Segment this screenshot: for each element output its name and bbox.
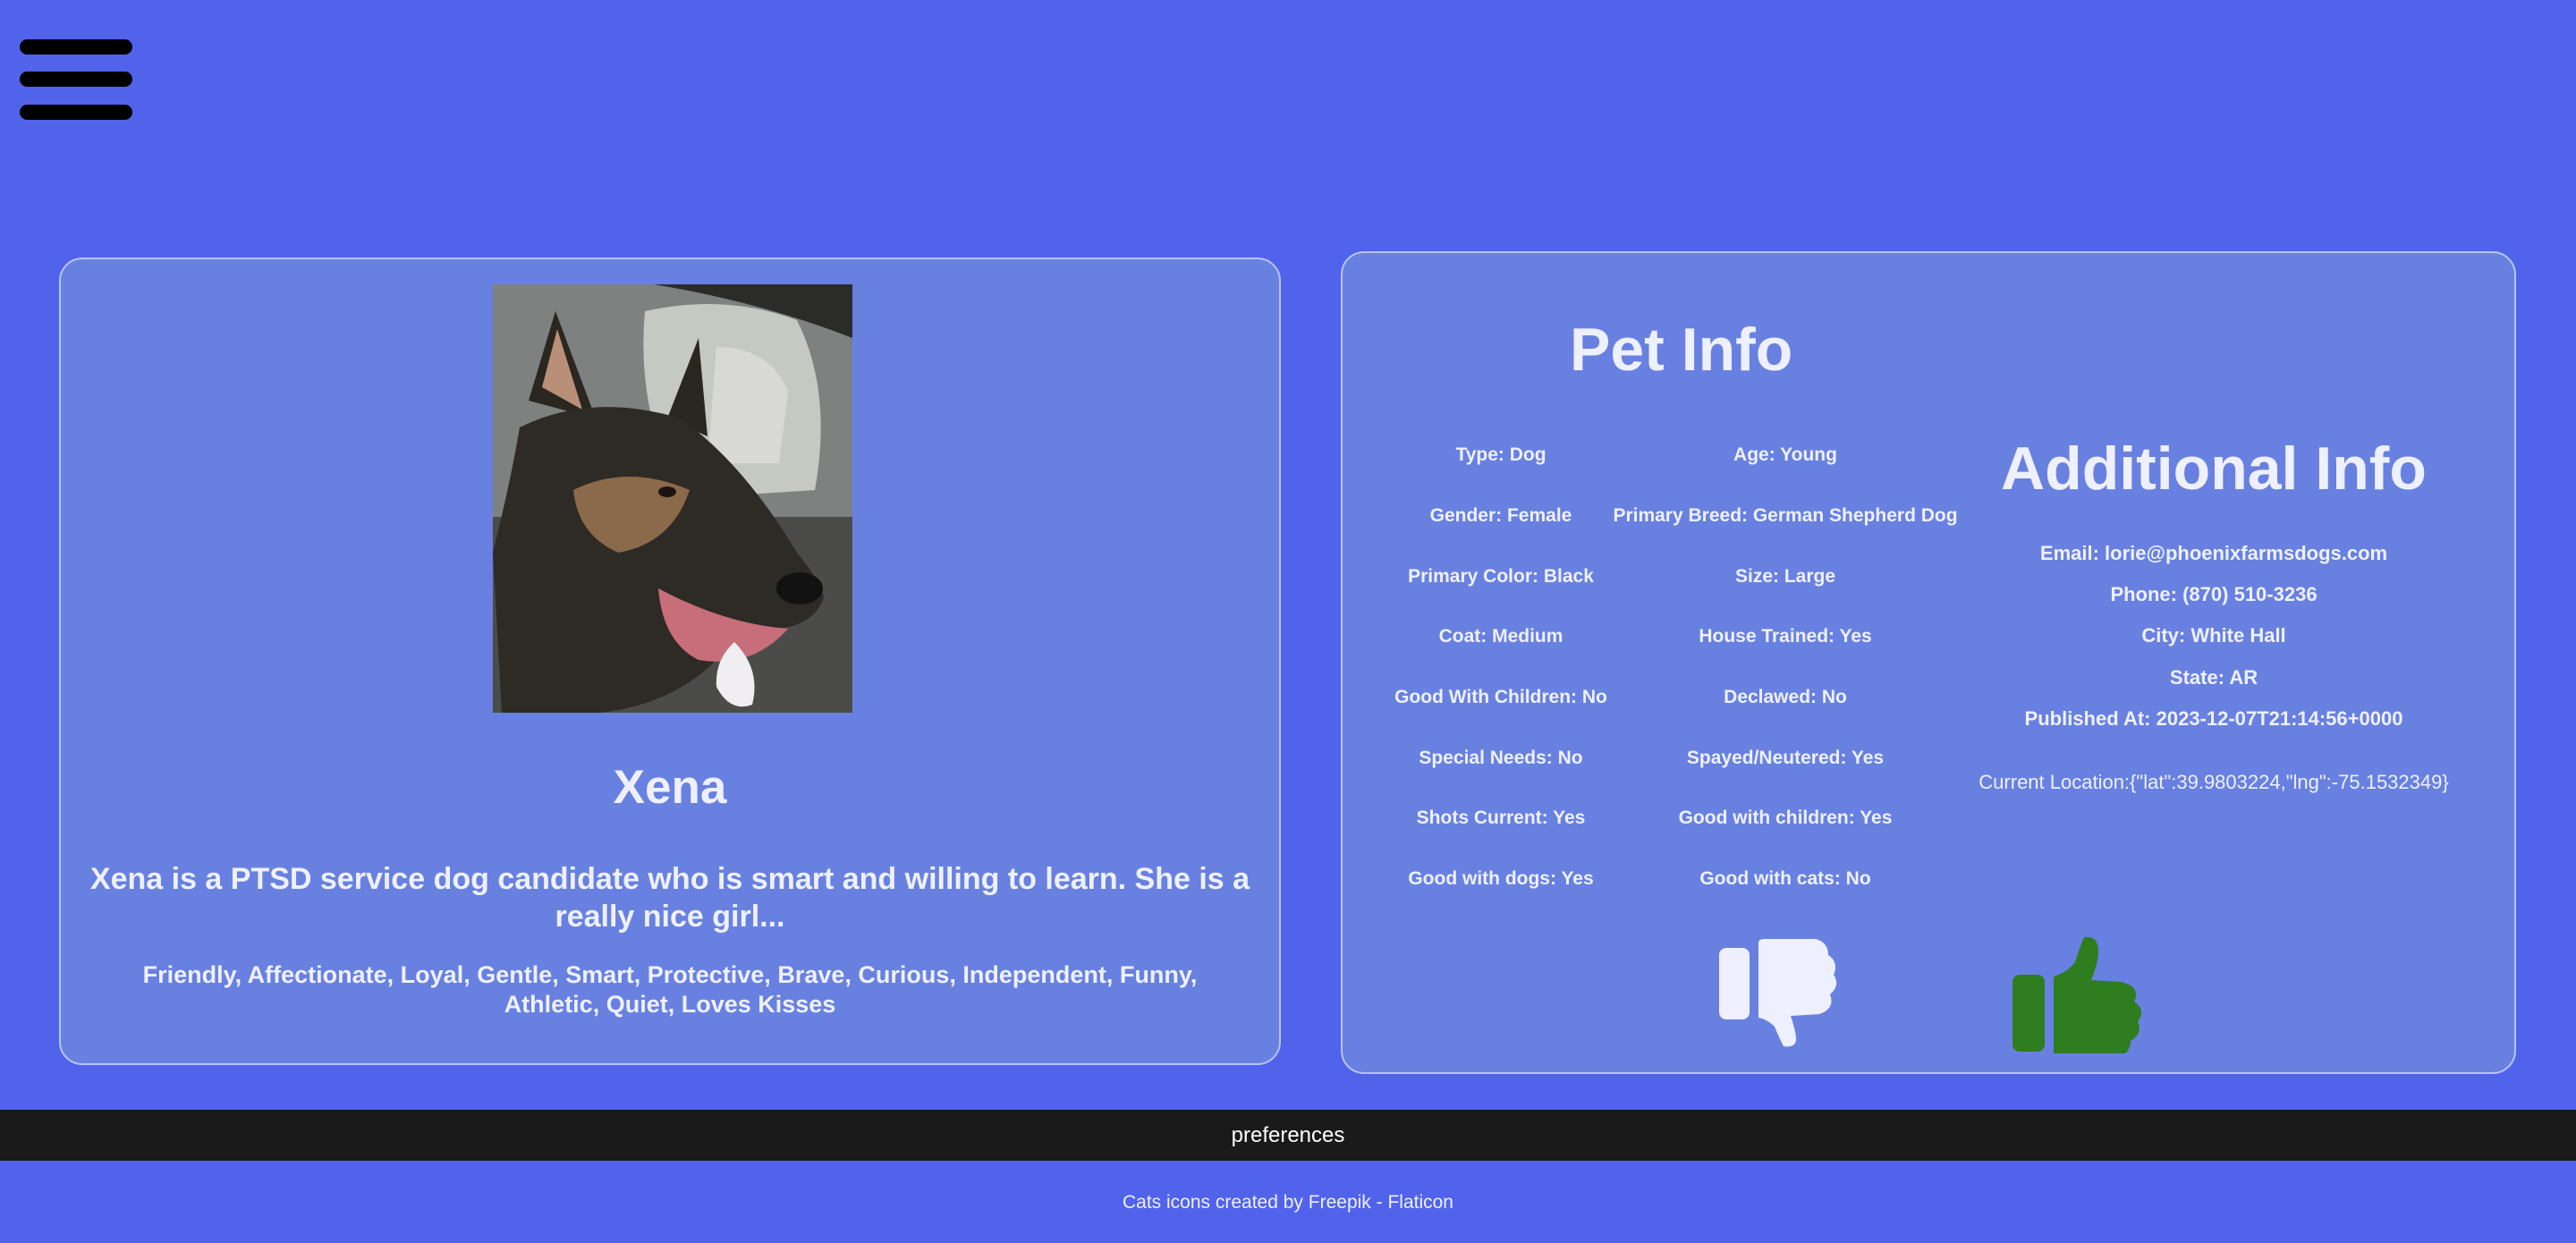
info-declawed: Declawed: No bbox=[1724, 687, 1847, 707]
icon-credit[interactable]: Cats icons created by Freepik - Flaticon bbox=[0, 1192, 2576, 1213]
thumbs-up-icon[interactable] bbox=[2012, 935, 2147, 1058]
info-house-trained: House Trained: Yes bbox=[1699, 626, 1872, 647]
info-gender: Gender: Female bbox=[1429, 505, 1572, 526]
info-primary-color: Primary Color: Black bbox=[1408, 566, 1594, 587]
hamburger-line bbox=[20, 105, 132, 120]
info-primary-breed: Primary Breed: German Shepherd Dog bbox=[1613, 505, 1958, 526]
info-spayed-neutered: Spayed/Neutered: Yes bbox=[1686, 748, 1885, 768]
hamburger-line bbox=[20, 72, 132, 87]
pet-info-title: Pet Info bbox=[1570, 316, 1793, 384]
info-good-with-cats: Good with cats: No bbox=[1699, 868, 1871, 889]
pet-profile-card: Xena Xena is a PTSD service dog candidat… bbox=[59, 258, 1281, 1065]
info-special-needs: Special Needs: No bbox=[1419, 748, 1583, 768]
thumbs-down-glyph bbox=[1719, 939, 1837, 1047]
hamburger-icon[interactable] bbox=[20, 39, 132, 120]
pet-traits: Friendly, Affectionate, Loyal, Gentle, S… bbox=[142, 961, 1198, 1018]
info-good-with-dogs: Good with dogs: Yes bbox=[1408, 868, 1594, 889]
pet-photo bbox=[493, 284, 852, 713]
pet-city: City: White Hall bbox=[2141, 624, 2286, 647]
pet-state: State: AR bbox=[2169, 666, 2258, 689]
published-at: Published At: 2023-12-07T21:14:56+0000 bbox=[2024, 707, 2403, 730]
info-coat: Coat: Medium bbox=[1438, 626, 1563, 647]
info-good-with-children-2: Good with children: Yes bbox=[1678, 808, 1893, 828]
contact-email: Email: lorie@phoenixfarmsdogs.com bbox=[2039, 542, 2388, 564]
pet-description: Xena is a PTSD service dog candidate who… bbox=[89, 862, 1250, 934]
current-location: Current Location:{"lat":39.9803224,"lng"… bbox=[1979, 771, 2449, 793]
additional-info-title: Additional Info bbox=[2001, 435, 2427, 503]
hamburger-line bbox=[20, 39, 132, 55]
thumbs-up-glyph bbox=[2012, 936, 2142, 1057]
info-type: Type: Dog bbox=[1455, 444, 1546, 465]
info-shots-current: Shots Current: Yes bbox=[1416, 808, 1586, 828]
thumbs-down-icon[interactable] bbox=[1719, 939, 1840, 1053]
contact-phone: Phone: (870) 510-3236 bbox=[2110, 583, 2318, 605]
pet-info-card bbox=[1341, 251, 2516, 1074]
preferences-bar[interactable]: preferences bbox=[0, 1110, 2576, 1161]
pet-name: Xena bbox=[613, 761, 727, 814]
info-age: Age: Young bbox=[1733, 444, 1837, 465]
dog-photo-illustration bbox=[493, 284, 852, 713]
info-good-with-children: Good With Children: No bbox=[1394, 687, 1607, 707]
info-size: Size: Large bbox=[1734, 566, 1836, 587]
